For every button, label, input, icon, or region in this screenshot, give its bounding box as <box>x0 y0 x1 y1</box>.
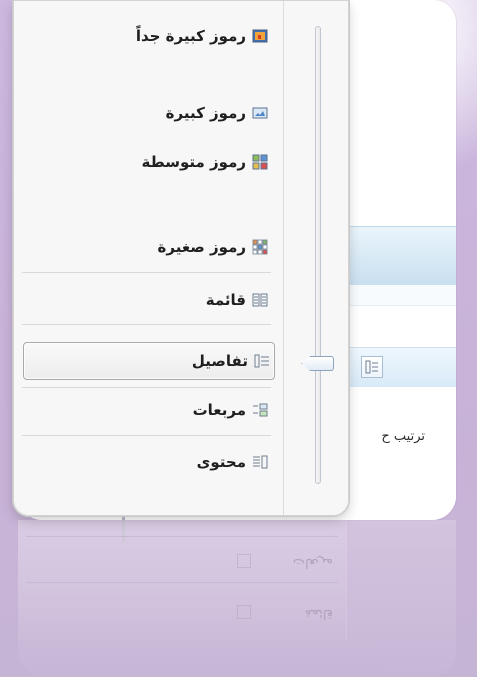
menu-separator-1 <box>22 272 271 273</box>
menu-separator-3 <box>22 387 271 388</box>
view-options-button[interactable] <box>361 356 383 378</box>
extra-large-icons-icon <box>252 28 268 44</box>
menu-item-label: رموز صغيرة <box>157 237 246 256</box>
menu-item-label: مربعات <box>192 400 246 419</box>
large-icons-icon <box>252 105 268 121</box>
menu-item-small-icons[interactable]: رموز صغيرة <box>24 233 272 261</box>
menu-item-extra-large-icons[interactable]: رموز كبيرة جداً <box>24 22 272 50</box>
menu-item-tiles[interactable]: مربعات <box>24 396 272 424</box>
view-slider-track[interactable] <box>315 26 321 484</box>
view-slider-panel <box>283 0 349 516</box>
view-menu: رموز كبيرة جداً رموز كبيرة رموز متوسطة ر… <box>13 0 349 516</box>
menu-item-label: قائمة <box>205 290 246 309</box>
menu-item-large-icons[interactable]: رموز كبيرة <box>24 99 272 127</box>
menu-item-details[interactable]: تفاصيل <box>23 342 275 380</box>
menu-separator-4 <box>22 435 271 436</box>
menu-item-label: محتوى <box>196 452 246 471</box>
view-slider-thumb[interactable] <box>301 356 334 371</box>
menu-item-label: رموز كبيرة <box>165 103 246 122</box>
medium-icons-icon <box>252 154 268 170</box>
menu-item-label: رموز كبيرة جداً <box>135 26 246 45</box>
tiles-icon <box>252 402 268 418</box>
details-icon <box>254 353 270 369</box>
details-icon <box>365 360 378 374</box>
list-icon <box>252 292 268 308</box>
menu-item-content[interactable]: محتوى <box>24 448 272 476</box>
menu-item-medium-icons[interactable]: رموز متوسطة <box>24 148 272 176</box>
content-icon <box>252 454 268 470</box>
sort-by-label: ترتيب ح <box>381 429 425 444</box>
menu-separator-2 <box>22 324 271 325</box>
small-icons-icon <box>252 239 268 255</box>
menu-item-list[interactable]: قائمة <box>24 286 272 314</box>
menu-item-label: تفاصيل <box>191 351 248 370</box>
menu-item-label: رموز متوسطة <box>141 152 246 171</box>
